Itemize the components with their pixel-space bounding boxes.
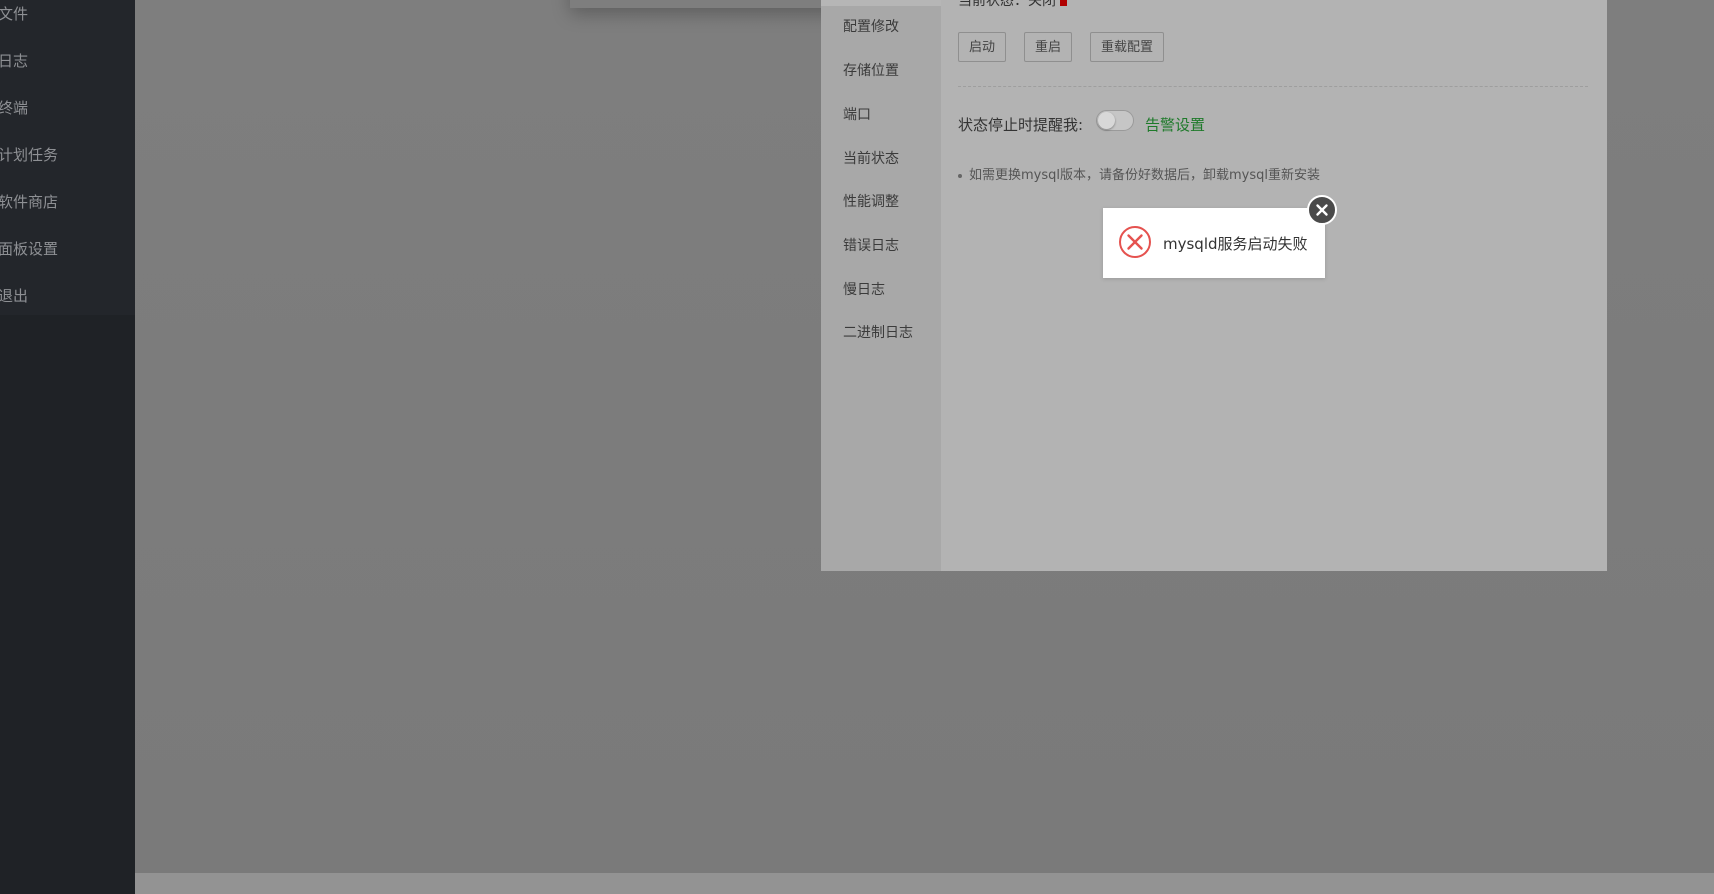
current-status: 当前状态：关闭 [958,0,1067,10]
tip-text: 如需更换mysql版本，请备份好数据后，卸载mysql重新安装 [969,168,1320,183]
status-stopped-icon [1060,0,1067,6]
sidebar-item-panel-settings[interactable]: 面板设置 [0,238,58,259]
reload-config-button[interactable]: 重载配置 [1090,32,1165,62]
menu-item-binlog[interactable]: 二进制日志 [843,322,913,342]
error-circle-x-icon [1118,225,1152,259]
sidebar-item-logs[interactable]: 日志 [0,50,28,71]
status-text: 当前状态：关闭 [958,0,1056,9]
sidebar-menu: 文件 日志 终端 计划任务 软件商店 面板设置 退出 [0,0,135,315]
main-sidebar: 文件 日志 终端 计划任务 软件商店 面板设置 退出 [0,0,135,894]
alarm-settings-link[interactable]: 告警设置 [1145,114,1205,135]
menu-item-error-log[interactable]: 错误日志 [843,235,899,255]
toggle-knob [1098,112,1115,129]
toast-message: mysqld服务启动失败 [1163,235,1308,253]
footer-bar [135,873,1714,894]
mysql-manage-window: 配置修改 存储位置 端口 当前状态 性能调整 错误日志 慢日志 二进制日志 当前… [821,0,1607,571]
notify-label: 状态停止时提醒我: [958,116,1084,134]
toast-close-button[interactable] [1307,195,1337,225]
restart-button[interactable]: 重启 [1024,32,1073,62]
menu-item-slow-log[interactable]: 慢日志 [843,279,885,299]
section-divider [958,86,1588,87]
sidebar-item-cron[interactable]: 计划任务 [0,144,58,165]
start-button[interactable]: 启动 [958,32,1007,62]
menu-item-config[interactable]: 配置修改 [843,16,899,36]
version-tip: 如需更换mysql版本，请备份好数据后，卸载mysql重新安装 [958,164,1320,183]
sidebar-item-app-store[interactable]: 软件商店 [0,191,58,212]
window-content: 当前状态：关闭 启动 重启 重载配置 状态停止时提醒我: 告警设置 如需更换my… [958,0,1588,571]
error-toast: mysqld服务启动失败 [1103,208,1325,278]
menu-item-performance[interactable]: 性能调整 [843,191,899,211]
bullet-icon [958,173,962,178]
sidebar-item-terminal[interactable]: 终端 [0,97,28,118]
menu-item-status[interactable]: 当前状态 [843,148,899,168]
menu-item-port[interactable]: 端口 [843,104,871,124]
menu-item-storage[interactable]: 存储位置 [843,60,899,80]
menu-active-strip [821,0,941,6]
notify-toggle[interactable] [1096,110,1134,131]
sidebar-item-files[interactable]: 文件 [0,3,28,24]
window-menu: 配置修改 存储位置 端口 当前状态 性能调整 错误日志 慢日志 二进制日志 [821,0,941,571]
sidebar-item-logout[interactable]: 退出 [0,285,28,306]
close-icon [1316,204,1328,216]
